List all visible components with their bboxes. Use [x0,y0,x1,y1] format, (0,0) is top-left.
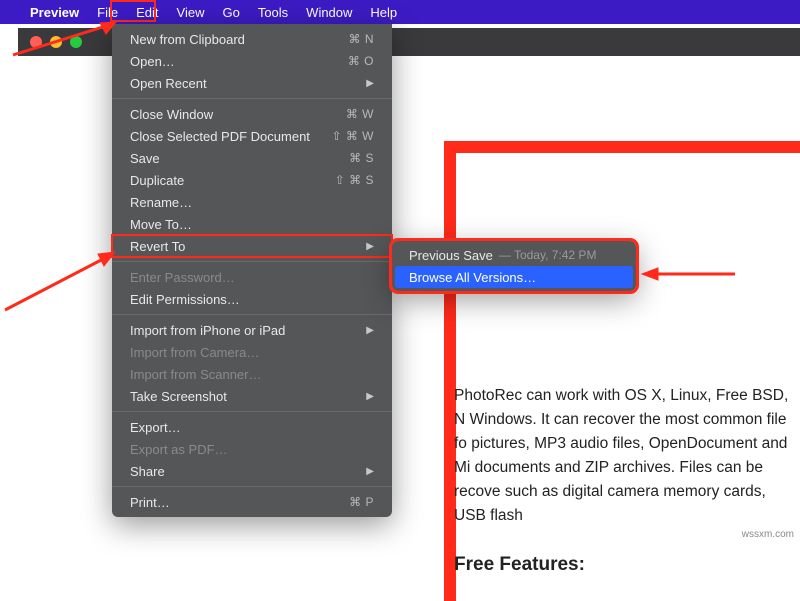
shortcut: ⇧ ⌘ S [335,173,374,187]
submenu-browse-all-versions[interactable]: Browse All Versions… [395,266,633,288]
menu-print[interactable]: Print…⌘ P [112,491,392,513]
shortcut: ⌘ W [346,107,374,121]
menu-separator [112,261,392,262]
close-window-dot[interactable] [30,36,42,48]
menu-open-recent[interactable]: Open Recent▶ [112,72,392,94]
menu-export[interactable]: Export… [112,416,392,438]
menu-edit[interactable]: Edit [136,5,158,20]
chevron-right-icon: ▶ [366,391,374,402]
chevron-right-icon: ▶ [366,241,374,252]
menu-new-from-clipboard[interactable]: New from Clipboard⌘ N [112,28,392,50]
menu-window[interactable]: Window [306,5,352,20]
menubar: Preview File Edit View Go Tools Window H… [0,0,800,24]
chevron-right-icon: ▶ [366,325,374,336]
menu-go[interactable]: Go [222,5,239,20]
menu-take-screenshot[interactable]: Take Screenshot▶ [112,385,392,407]
previous-save-timestamp: — Today, 7:42 PM [499,248,597,262]
menu-import-iphone[interactable]: Import from iPhone or iPad▶ [112,319,392,341]
menu-revert-to[interactable]: Revert To▶ [112,235,392,257]
menu-close-selected[interactable]: Close Selected PDF Document⇧ ⌘ W [112,125,392,147]
chevron-right-icon: ▶ [366,466,374,477]
menu-view[interactable]: View [177,5,205,20]
menu-file[interactable]: File [97,5,118,20]
menu-tools[interactable]: Tools [258,5,288,20]
menu-separator [112,98,392,99]
menu-duplicate[interactable]: Duplicate⇧ ⌘ S [112,169,392,191]
menu-separator [112,411,392,412]
shortcut: ⌘ S [349,151,374,165]
shortcut: ⌘ O [348,54,374,68]
menu-open[interactable]: Open…⌘ O [112,50,392,72]
menu-import-camera: Import from Camera… [112,341,392,363]
menu-share[interactable]: Share▶ [112,460,392,482]
chevron-right-icon: ▶ [366,78,374,89]
menu-close-window[interactable]: Close Window⌘ W [112,103,392,125]
shortcut: ⇧ ⌘ W [331,129,374,143]
menu-separator [112,314,392,315]
doc-paragraph: PhotoRec can work with OS X, Linux, Free… [454,384,792,528]
minimize-window-dot[interactable] [50,36,62,48]
doc-red-bar-top [444,141,800,153]
app-name[interactable]: Preview [30,5,79,20]
shortcut: ⌘ N [349,32,375,46]
menu-export-pdf: Export as PDF… [112,438,392,460]
zoom-window-dot[interactable] [70,36,82,48]
submenu-previous-save[interactable]: Previous Save — Today, 7:42 PM [395,244,633,266]
menu-move-to[interactable]: Move To… [112,213,392,235]
revert-to-submenu: Previous Save — Today, 7:42 PM Browse Al… [392,241,636,291]
file-menu: New from Clipboard⌘ N Open…⌘ O Open Rece… [112,24,392,517]
menu-edit-permissions[interactable]: Edit Permissions… [112,288,392,310]
menu-help[interactable]: Help [370,5,397,20]
shortcut: ⌘ P [349,495,374,509]
document-text: PhotoRec can work with OS X, Linux, Free… [454,384,792,580]
doc-heading: Free Features: [454,550,792,579]
menu-enter-password: Enter Password… [112,266,392,288]
menu-import-scanner: Import from Scanner… [112,363,392,385]
watermark: wssxm.com [742,529,794,540]
menu-separator [112,486,392,487]
menu-save[interactable]: Save⌘ S [112,147,392,169]
menu-rename[interactable]: Rename… [112,191,392,213]
